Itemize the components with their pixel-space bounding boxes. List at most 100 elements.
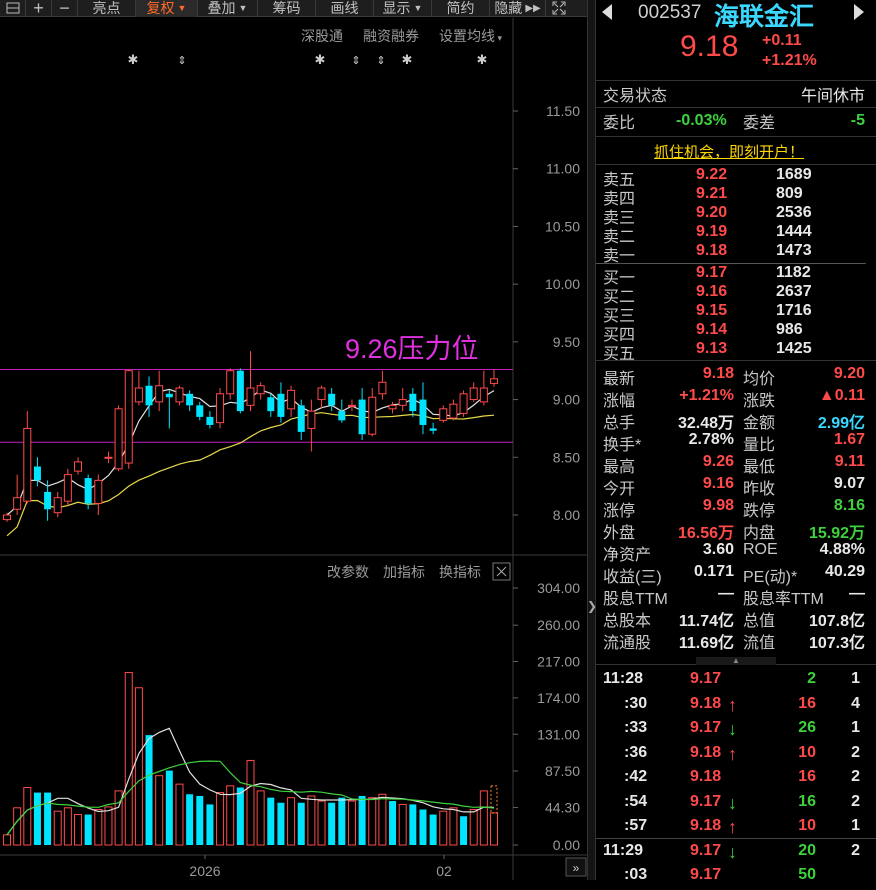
tick-row[interactable]: :33 9.17 ↓ 26 1 (596, 719, 876, 743)
volume-tick-label: 174.00 (537, 690, 580, 706)
simple-label: 简约 (446, 0, 475, 16)
event-star-icon: ✱ (315, 52, 326, 67)
bid-row[interactable]: 买五 9.13 1425 (596, 340, 876, 363)
divider (596, 107, 876, 108)
book-volume: 1425 (776, 340, 812, 357)
stat-value: 9.98 (702, 497, 734, 514)
draw-line-button[interactable]: 画线 (316, 0, 374, 17)
price-tick-label: 11.50 (546, 103, 580, 119)
display-button[interactable]: 显示 ▼ (374, 0, 432, 17)
ask-row[interactable]: 卖五 9.22 1689 (596, 166, 876, 189)
overlay-label: 叠加 (207, 0, 236, 16)
overlay-button[interactable]: 叠加 ▼ (198, 0, 258, 17)
candle-body-up (226, 370, 235, 395)
adjust-button[interactable]: 复权 ▼ (136, 0, 198, 17)
stat-row: 最新 9.18 均价 9.20 (596, 365, 876, 388)
fullscreen-icon[interactable] (546, 0, 572, 17)
prev-stock-icon[interactable] (602, 4, 612, 20)
stat-row: 总手 32.48万 金额 2.99亿 (596, 409, 876, 432)
simple-button[interactable]: 简约 (432, 0, 490, 17)
book-volume: 1473 (776, 242, 812, 259)
stat-label: 内盘 (743, 525, 776, 542)
tick-time: :42 (624, 768, 648, 785)
tick-row[interactable]: :30 9.18 ↑ 16 4 (596, 695, 876, 719)
tick-row[interactable]: :54 9.17 ↓ 16 2 (596, 793, 876, 817)
candle (378, 370, 387, 400)
volume-bar-up (347, 800, 356, 846)
ask-row[interactable]: 卖一 9.18 1473 (596, 242, 876, 265)
volume-bar-down (429, 814, 437, 845)
volume-bar-down (409, 804, 417, 845)
expand-up-icon[interactable]: ▲ (696, 657, 776, 665)
candle (409, 388, 417, 417)
candle (63, 468, 72, 506)
volume-bar-up (104, 806, 113, 846)
tick-price: 9.18 (690, 694, 722, 712)
stat-label: 最低 (743, 459, 776, 476)
ma-settings-link[interactable]: 设置均线 ▾ (439, 26, 502, 46)
book-price: 9.13 (696, 340, 728, 357)
zoom-in-button[interactable]: + (26, 0, 52, 18)
candle (236, 368, 244, 414)
stat-label: 流值 (743, 635, 776, 652)
window-icon (6, 2, 19, 14)
candle-body-up (23, 427, 32, 502)
chips-button[interactable]: 筹码 (258, 0, 316, 17)
stat-value: 32.48万 (677, 415, 734, 432)
stat-label: 昨收 (743, 481, 776, 498)
zoom-out-button[interactable]: − (52, 0, 78, 18)
tick-row[interactable]: :36 9.18 ↑ 10 2 (596, 744, 876, 768)
arrow-up-icon: ↑ (728, 694, 737, 715)
tick-price: 9.17 (690, 866, 722, 883)
panel-divider[interactable] (587, 0, 596, 880)
tick-row[interactable]: 11:28 9.17 2 1 (596, 670, 876, 694)
tick-row[interactable]: 11:29 9.17 ↓ 20 2 (596, 842, 876, 866)
expand-icon (552, 1, 566, 15)
hk-connect-link[interactable]: 深股通 (301, 26, 343, 46)
indicator-button[interactable]: 加指标 (383, 564, 425, 580)
highlight-button[interactable]: 亮点 (78, 0, 136, 17)
candlestick-chart[interactable]: 11.50 11.00 10.50 10.00 9.50 9.00 8.50 8.00 304.… (0, 0, 588, 880)
arrow-up-icon: ↑ (728, 817, 737, 837)
collapse-arrow-icon[interactable]: ❯ (587, 595, 597, 617)
stat-value: 16.56万 (677, 525, 734, 542)
candle-body-up (114, 408, 123, 470)
stat-value: 8.16 (833, 497, 865, 514)
promo-link[interactable]: 抓住机会，即刻开户！ (654, 141, 804, 162)
tick-row[interactable]: :03 9.17 50 (596, 866, 876, 890)
ask-row[interactable]: 卖二 9.19 1444 (596, 223, 876, 246)
candle-body-up (175, 387, 184, 403)
indicator-button[interactable]: 改参数 (327, 564, 369, 580)
candle-body-down (165, 393, 173, 398)
resistance-annotation: 9.26压力位 (345, 334, 479, 364)
bid-row[interactable]: 买四 9.14 986 (596, 321, 876, 344)
candle-body-up (53, 497, 62, 514)
tick-row[interactable]: :42 9.18 16 2 (596, 768, 876, 792)
hide-button[interactable]: 隐藏 ▶▶ (490, 0, 546, 17)
stat-row: 最高 9.26 最低 9.11 (596, 453, 876, 476)
candle (53, 491, 62, 518)
tick-volume: 10 (798, 817, 816, 834)
volume-bar-forecast (490, 785, 498, 814)
x-axis-label: 2026 (189, 863, 220, 879)
stat-label: 总手 (603, 415, 636, 432)
volume-bar-up (398, 803, 407, 846)
stat-value: 11.74亿 (678, 613, 734, 630)
volume-bar-down (338, 797, 346, 845)
bid-row[interactable]: 买三 9.15 1716 (596, 302, 876, 325)
next-stock-icon[interactable] (854, 4, 864, 20)
caret-down-icon: ▼ (238, 3, 248, 13)
candle (155, 370, 164, 412)
collapse-icon[interactable] (0, 0, 26, 17)
indicator-button[interactable]: 换指标 (439, 564, 481, 580)
margin-trading-link[interactable]: 融资融券 (363, 26, 419, 46)
stat-value: 0.171 (693, 563, 734, 580)
book-volume: 1444 (776, 223, 812, 240)
candle-body-up (459, 393, 468, 414)
bid-row[interactable]: 买二 9.16 2637 (596, 283, 876, 306)
bid-row[interactable]: 买一 9.17 1182 (596, 264, 876, 287)
chart-area[interactable]: 11.50 11.00 10.50 10.00 9.50 9.00 8.50 8.00 304.… (0, 0, 588, 880)
ask-row[interactable]: 卖四 9.21 809 (596, 185, 876, 208)
ask-row[interactable]: 卖三 9.20 2536 (596, 204, 876, 227)
candle-body-down (84, 478, 92, 504)
